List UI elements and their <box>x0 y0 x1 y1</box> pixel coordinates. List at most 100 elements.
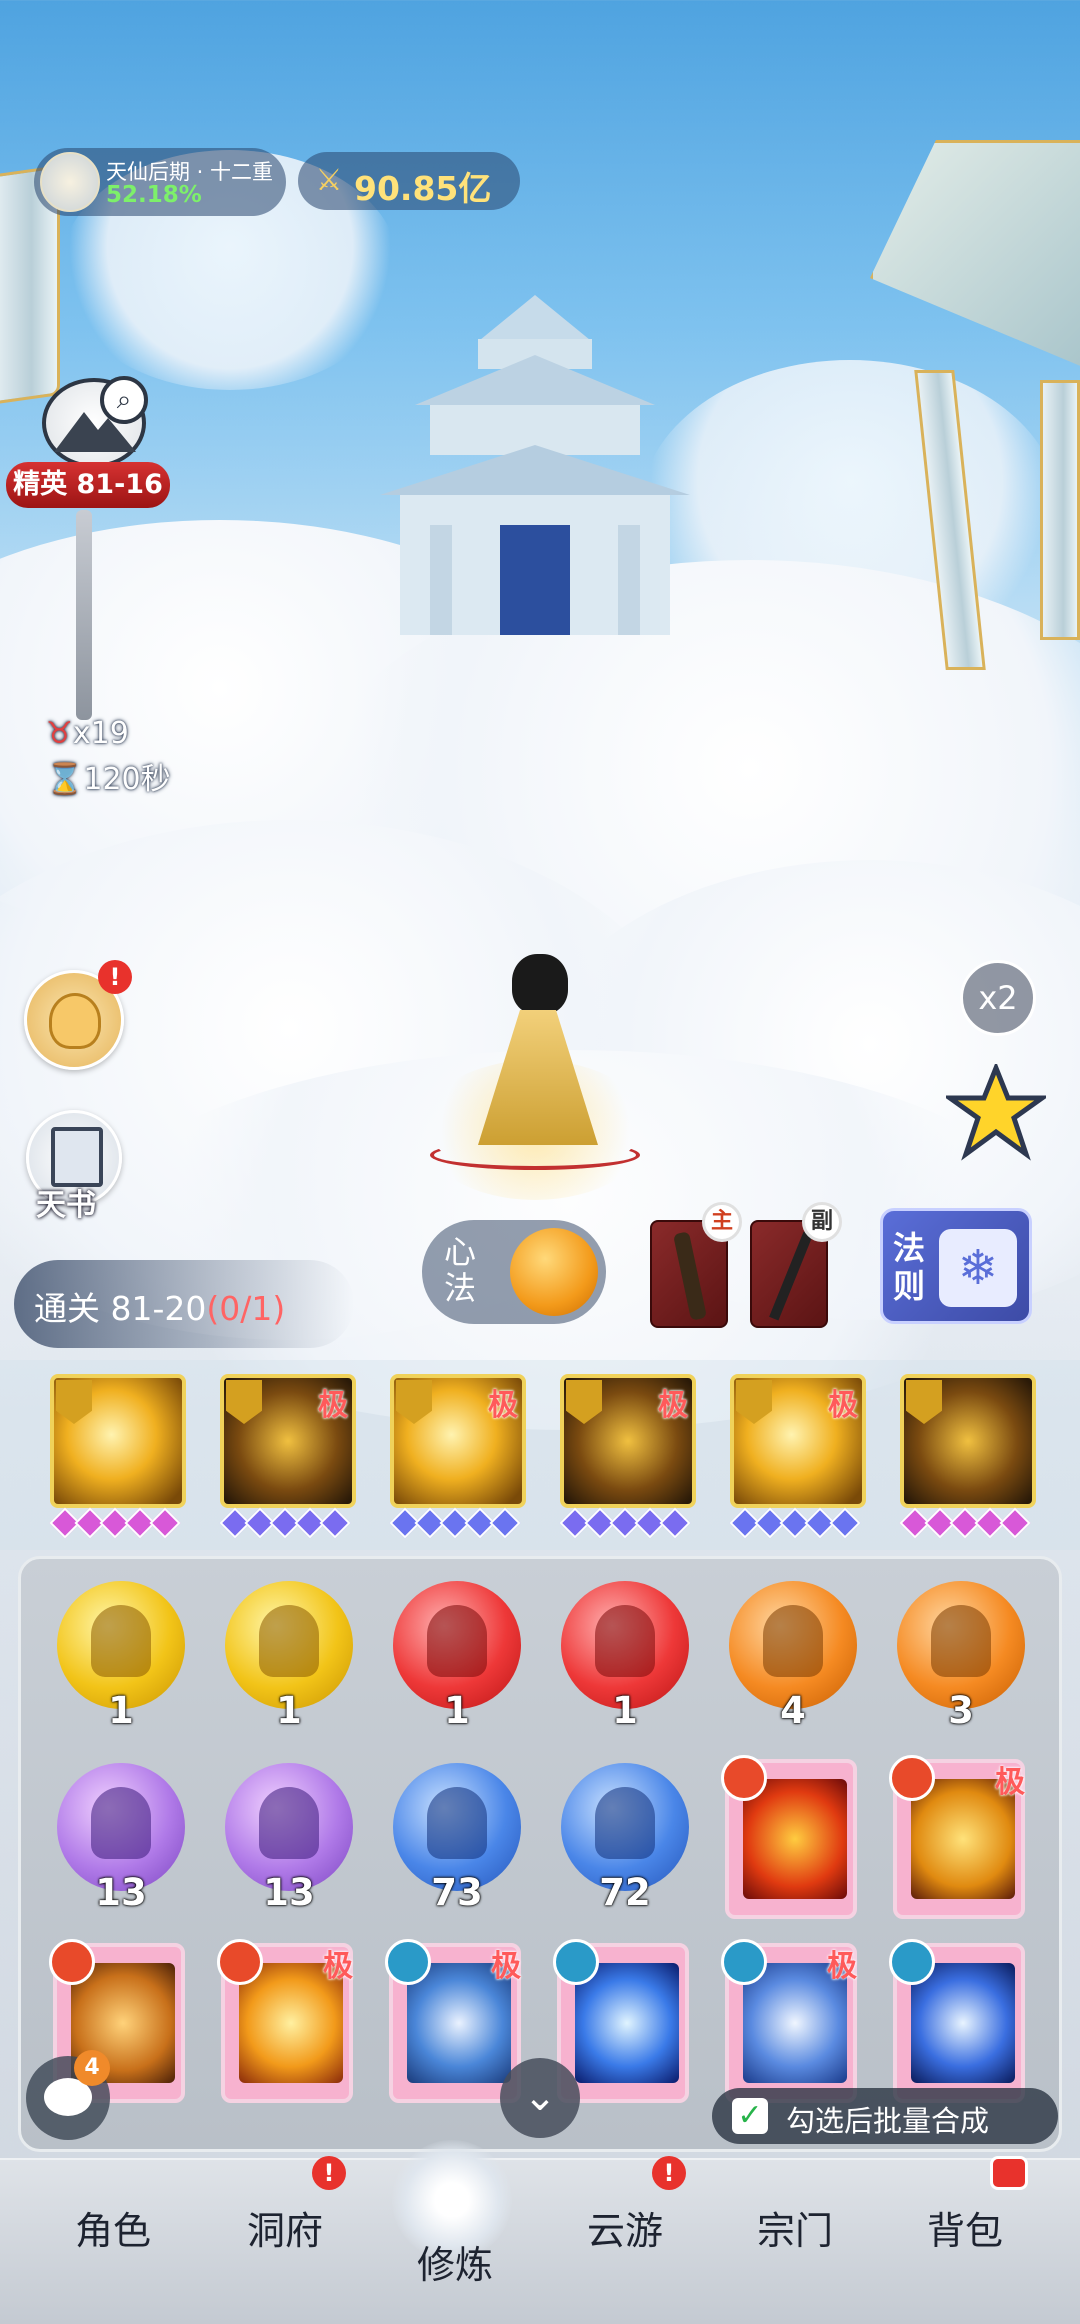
tab-cave[interactable]: 洞府 <box>210 2200 360 2255</box>
skill-slot[interactable]: 极 <box>560 1374 696 1508</box>
stage-clear-text: 通关 81-20(0/1) <box>34 1282 285 1330</box>
gift-alert-badge: ! <box>98 960 132 994</box>
skill-slot[interactable]: 极 <box>390 1374 526 1508</box>
figure-icon <box>595 1605 655 1677</box>
spirit-orb[interactable]: 1 <box>561 1581 689 1732</box>
technique-card[interactable] <box>721 1755 857 1919</box>
realm-progress: 52.18% <box>106 182 202 208</box>
skill-slot[interactable] <box>900 1374 1036 1508</box>
orb-count: 3 <box>948 1689 974 1732</box>
technique-card[interactable]: 极 <box>385 1939 521 2103</box>
orb-count: 1 <box>108 1689 134 1732</box>
element-icon <box>721 1755 767 1801</box>
sword-weapon-icon <box>769 1231 813 1321</box>
spirit-orb[interactable]: 1 <box>57 1581 185 1732</box>
tab-sect[interactable]: 宗门 <box>720 2200 870 2255</box>
stage-clear-bar[interactable]: 通关 81-20(0/1) <box>14 1260 354 1348</box>
magnifier-icon[interactable]: ⌕ <box>100 376 148 424</box>
spirit-orb[interactable]: 1 <box>393 1581 521 1732</box>
skill-tier: 极 <box>488 1388 518 1423</box>
technique-card[interactable] <box>553 1939 689 2103</box>
spirit-orb[interactable]: 72 <box>561 1763 689 1914</box>
skill-gems <box>49 1507 181 1539</box>
spirit-orb[interactable]: 3 <box>897 1581 1025 1732</box>
check-icon[interactable]: ✓ <box>732 2098 768 2134</box>
figure-icon <box>427 1787 487 1859</box>
xinfa-label: 心法 <box>444 1233 477 1307</box>
sword-badge-icon <box>56 1380 92 1424</box>
star-button[interactable] <box>942 1061 1050 1164</box>
skill-tier: 极 <box>828 1388 858 1423</box>
skill-gems <box>559 1507 691 1539</box>
skill-slot[interactable]: 极 <box>730 1374 866 1508</box>
gem-icon <box>149 1507 181 1539</box>
skill-tier: 极 <box>318 1388 348 1423</box>
sword-badge-icon <box>396 1380 432 1424</box>
xinfa-orb-icon <box>510 1228 598 1316</box>
skill-slot[interactable] <box>50 1374 186 1508</box>
stage-badge[interactable]: 精英 81-16 <box>6 462 170 508</box>
element-icon <box>217 1939 263 1985</box>
law-label: 法则 <box>893 1229 926 1305</box>
skill-slot[interactable]: 极 <box>220 1374 356 1508</box>
tab-travel[interactable]: 云游 <box>550 2200 700 2255</box>
gem-icon <box>319 1507 351 1539</box>
technique-card[interactable] <box>889 1939 1025 2103</box>
character-head <box>512 954 568 1014</box>
law-button[interactable]: 法则 ❄ <box>880 1208 1032 1324</box>
skill-gems <box>729 1507 861 1539</box>
gem-icon <box>999 1507 1031 1539</box>
time-left: ⌛120秒 <box>46 754 171 798</box>
tab-character[interactable]: 角色 <box>38 2200 188 2255</box>
figure-icon <box>259 1787 319 1859</box>
combat-power[interactable]: ⚔ 90.85亿 <box>298 152 520 210</box>
time-left-value: 120秒 <box>83 762 171 797</box>
tab-cultivate[interactable]: 修炼 <box>380 2234 530 2289</box>
orb-count: 1 <box>276 1689 302 1732</box>
stage-clear-progress: (0/1) <box>206 1289 286 1328</box>
technique-card[interactable]: 极 <box>889 1755 1025 1919</box>
book-icon <box>51 1127 103 1187</box>
chevron-down-icon[interactable]: ⌄ <box>500 2058 580 2138</box>
xinfa-button[interactable]: 心法 <box>422 1220 606 1324</box>
star-icon <box>942 1061 1050 1161</box>
spirit-orb[interactable]: 13 <box>57 1763 185 1914</box>
tab-bag[interactable]: 背包 <box>890 2200 1040 2255</box>
gem-icon <box>659 1507 691 1539</box>
technique-card[interactable]: 极 <box>721 1939 857 2103</box>
cloud-palace <box>360 295 710 635</box>
tianshu-label: 天书 <box>36 1188 96 1223</box>
skill-gems <box>389 1507 521 1539</box>
player-character <box>420 940 650 1220</box>
speed-button[interactable]: x2 <box>960 960 1036 1036</box>
figure-icon <box>259 1605 319 1677</box>
element-icon <box>553 1939 599 1985</box>
cave-alert-badge: ! <box>312 2156 346 2190</box>
combat-power-value: 90.85亿 <box>354 169 492 208</box>
element-icon <box>721 1939 767 1985</box>
spirit-orb[interactable]: 13 <box>225 1763 353 1914</box>
kill-count: ♉x19 <box>46 716 129 751</box>
orb-count: 4 <box>780 1689 806 1732</box>
crossed-swords-icon <box>911 1963 1015 2083</box>
element-icon <box>49 1939 95 1985</box>
card-tier: 极 <box>827 1949 857 1984</box>
skill-gems <box>899 1507 1031 1539</box>
right-pavilion-pillar <box>1040 380 1080 640</box>
spirit-orb[interactable]: 4 <box>729 1581 857 1732</box>
sword-badge-icon <box>566 1380 602 1424</box>
realm-status[interactable]: 天仙后期 · 十二重 52.18% <box>34 148 286 216</box>
card-tier: 极 <box>323 1949 353 1984</box>
skill-tier: 极 <box>658 1388 688 1423</box>
card-tier: 极 <box>995 1765 1025 1800</box>
technique-card[interactable]: 极 <box>217 1939 353 2103</box>
swords-icon: ⚔ <box>315 163 343 198</box>
sub-weapon-tag: 副 <box>802 1202 842 1242</box>
orb-count: 1 <box>444 1689 470 1732</box>
spirit-orb[interactable]: 1 <box>225 1581 353 1732</box>
travel-alert-badge: ! <box>652 2156 686 2190</box>
spirit-orb[interactable]: 73 <box>393 1763 521 1914</box>
skill-bar: 极极极极 <box>0 1360 1080 1550</box>
batch-synthesize-toggle[interactable]: ✓ 勾选后批量合成 <box>712 2088 1058 2144</box>
hourglass-icon: ⌛ <box>46 762 84 797</box>
